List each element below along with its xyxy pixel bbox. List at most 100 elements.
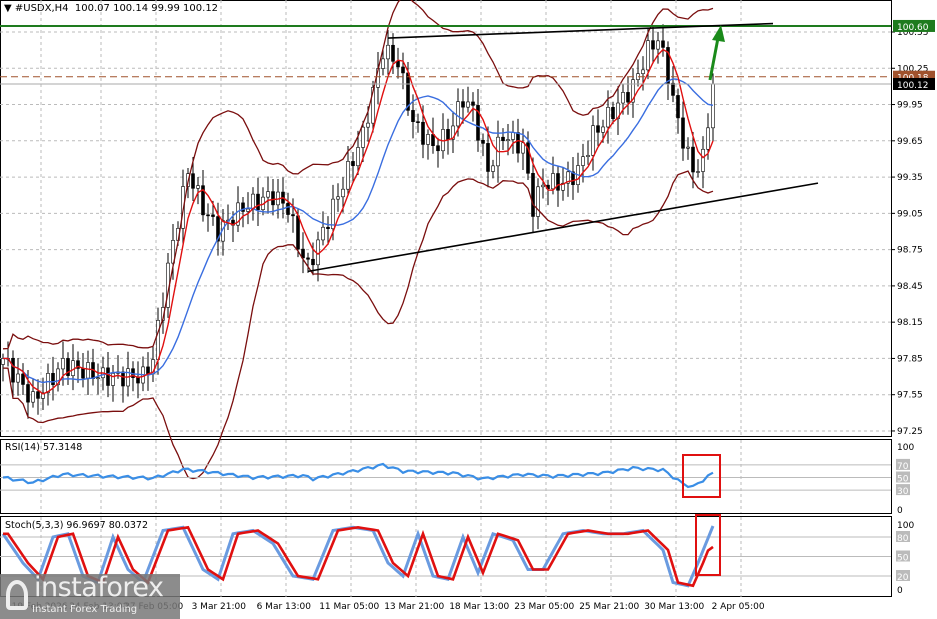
candle-body <box>426 134 430 145</box>
candle-body <box>511 132 515 140</box>
rsi-tick-label: 0 <box>897 506 903 516</box>
candle-body <box>391 44 395 62</box>
candle-body <box>436 145 440 152</box>
stoch-tick-label: 80 <box>897 534 909 544</box>
time-tick-label: 6 Mar 13:00 <box>257 602 312 612</box>
candle-body <box>111 373 115 386</box>
price-tag-label-resistance: 100.60 <box>897 23 929 33</box>
arrow-head-icon <box>712 25 725 42</box>
candle-body <box>501 136 505 142</box>
price-tick-label: 99.65 <box>897 137 923 147</box>
candle-body <box>356 147 360 167</box>
price-tick-label: 99.95 <box>897 101 923 111</box>
time-tick-label: 11 Mar 05:00 <box>319 602 379 612</box>
candle-body <box>51 373 55 386</box>
candle-body <box>381 58 385 69</box>
symbol-label: #USDX,H4 <box>14 3 69 14</box>
time-tick-label: 2 Apr 05:00 <box>712 602 765 612</box>
candle-body <box>71 360 75 376</box>
rsi-tick-label: 100 <box>897 443 914 453</box>
time-tick-label: 23 Mar 05:00 <box>514 602 574 612</box>
time-tick-label: 30 Mar 13:00 <box>644 602 704 612</box>
time-tick-label: 3 Mar 21:00 <box>192 602 247 612</box>
arrow-up-icon <box>708 37 720 81</box>
candle-body <box>291 214 295 217</box>
candle-body <box>581 156 585 166</box>
candle-body <box>596 125 600 133</box>
price-tick-label: 97.85 <box>897 354 923 364</box>
candle-body <box>46 373 50 394</box>
candle-body <box>61 358 65 370</box>
rsi-line <box>2 462 714 489</box>
stoch-tick-label: 0 <box>897 586 903 596</box>
candle-body <box>311 258 315 266</box>
candle-body <box>361 126 365 148</box>
candle-body <box>611 107 615 120</box>
candle-body <box>11 357 15 383</box>
candle-body <box>346 161 350 190</box>
candle-body <box>646 40 650 71</box>
rsi-highlight-box <box>682 454 721 498</box>
candle-body <box>21 373 25 385</box>
candle-body <box>16 373 20 383</box>
candle-body <box>136 377 140 384</box>
time-tick-label: 13 Mar 21:00 <box>384 602 444 612</box>
stoch-label: Stoch(5,3,3) 96.9697 80.0372 <box>5 520 149 531</box>
price-tick-label: 98.45 <box>897 282 923 292</box>
rsi-label: RSI(14) 57.3148 <box>5 442 83 453</box>
candle-body <box>326 226 330 230</box>
candle-body <box>656 40 660 50</box>
logo-tagline: Instant Forex Trading <box>32 604 138 615</box>
candle-body <box>156 320 160 360</box>
price-tick-label: 98.15 <box>897 318 923 328</box>
candle-body <box>26 384 30 403</box>
candle-body <box>446 129 450 140</box>
candle-body <box>306 257 310 260</box>
candle-body <box>81 368 85 379</box>
price-tick-label: 99.05 <box>897 209 923 219</box>
candle-body <box>551 173 555 190</box>
candle-body <box>211 214 215 217</box>
candle-body <box>481 139 485 144</box>
ohlc-label: 100.07 100.14 99.99 100.12 <box>74 3 219 14</box>
price-tick-label: 99.35 <box>897 173 923 183</box>
candle-body <box>516 132 520 154</box>
candle-body <box>506 139 510 142</box>
chart-window: 100.55 100.25 99.95 99.65 99.35 99.05 98.75 98.… <box>0 0 937 619</box>
candle-body <box>386 44 390 60</box>
instaforex-logo: instaforex Instant Forex Trading <box>0 572 180 619</box>
candle-body <box>121 371 125 387</box>
price-tick-label: 97.55 <box>897 391 923 401</box>
candle-body <box>621 92 625 104</box>
candle-body <box>606 107 610 128</box>
stoch-tick-label: 50 <box>897 554 909 564</box>
candle-body <box>706 127 710 150</box>
candle-body <box>416 121 420 123</box>
candle-body <box>486 143 490 172</box>
candle-body <box>591 125 595 156</box>
candle-body <box>86 362 90 379</box>
candle-body <box>296 215 300 250</box>
candle-body <box>681 117 685 149</box>
candle-body <box>196 185 200 189</box>
candle-body <box>521 142 525 154</box>
candle-body <box>271 191 275 206</box>
candle-body <box>31 391 35 403</box>
candle-body <box>106 367 110 386</box>
candle-body <box>256 193 260 211</box>
price-tag-label-current: 100.12 <box>897 81 929 91</box>
candle-body <box>351 161 355 167</box>
candle-body <box>541 184 545 188</box>
candle-body <box>421 121 425 145</box>
time-tick-label: 18 Mar 13:00 <box>449 602 509 612</box>
candle-body <box>671 82 675 96</box>
candle-body <box>246 208 250 212</box>
candle-body <box>556 173 560 191</box>
gear-logo-icon <box>6 580 28 610</box>
candle-body <box>206 214 210 217</box>
candle-body <box>686 146 690 149</box>
candle-body <box>431 134 435 146</box>
candle-body <box>396 61 400 68</box>
candle-body <box>676 95 680 119</box>
price-tick-label: 97.25 <box>897 427 923 437</box>
